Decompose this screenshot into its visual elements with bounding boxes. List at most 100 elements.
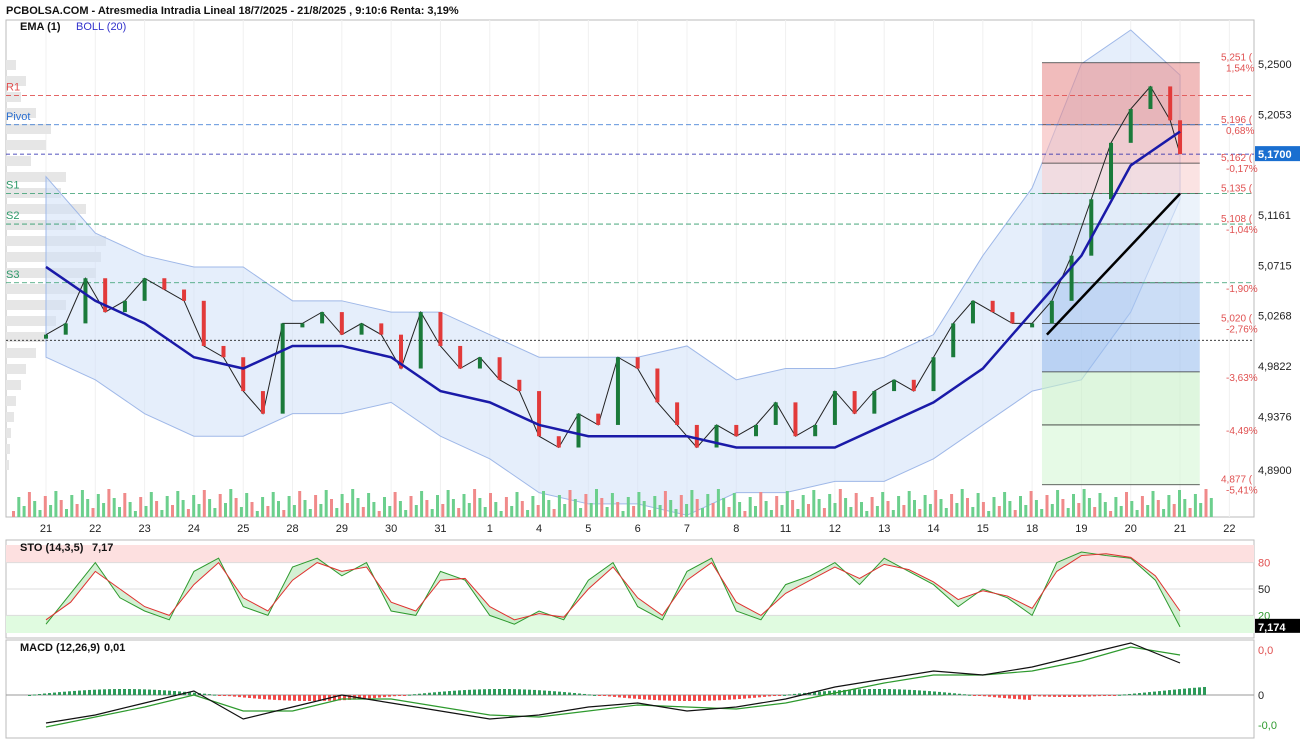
price-candle bbox=[418, 312, 423, 369]
volume-bar bbox=[579, 508, 583, 517]
macd-histogram-bar bbox=[448, 691, 451, 695]
macd-histogram-bar bbox=[758, 695, 761, 698]
volume-bar bbox=[695, 499, 699, 517]
macd-histogram-bar bbox=[1073, 695, 1076, 697]
macd-histogram-bar bbox=[738, 695, 741, 700]
macd-y-tick: -0,0 bbox=[1258, 720, 1277, 732]
volume-bar bbox=[436, 495, 439, 517]
macd-histogram-bar bbox=[438, 691, 441, 695]
sto-badge-text: 7,174 bbox=[1258, 622, 1286, 634]
volume-bar bbox=[441, 504, 445, 517]
volume-bar bbox=[361, 507, 365, 517]
ema-legend: EMA (1) bbox=[20, 21, 61, 33]
macd-histogram-bar bbox=[203, 693, 206, 695]
volume-bar bbox=[918, 509, 922, 517]
volume-bar bbox=[605, 507, 609, 517]
macd-histogram-bar bbox=[698, 695, 701, 701]
macd-histogram-bar bbox=[1063, 695, 1066, 697]
fib-pct: -2,76% bbox=[1226, 324, 1258, 335]
volume-bar bbox=[515, 492, 519, 517]
macd-histogram-bar bbox=[38, 694, 41, 696]
volume-bar bbox=[648, 510, 651, 517]
volume-bar bbox=[600, 498, 604, 517]
volume-bar bbox=[123, 493, 127, 517]
volume-bar bbox=[398, 501, 402, 517]
volume-bar bbox=[208, 499, 212, 517]
macd-histogram-bar bbox=[428, 692, 431, 695]
volume-bar bbox=[743, 511, 747, 517]
macd-histogram-bar bbox=[28, 695, 31, 696]
macd-histogram-bar bbox=[298, 695, 301, 701]
volume-profile-bar bbox=[6, 60, 16, 70]
x-tick-label: 25 bbox=[237, 523, 249, 535]
price-candle bbox=[951, 323, 956, 358]
volume-bar bbox=[992, 497, 996, 517]
macd-histogram-bar bbox=[683, 695, 686, 701]
macd-histogram-bar bbox=[1113, 695, 1116, 696]
macd-histogram-bar bbox=[863, 689, 866, 695]
x-tick-label: 15 bbox=[977, 523, 989, 535]
volume-bar bbox=[711, 503, 715, 517]
macd-histogram-bar bbox=[523, 689, 526, 695]
price-candle bbox=[241, 357, 246, 392]
volume-bar bbox=[171, 505, 174, 517]
volume-bar bbox=[96, 494, 100, 517]
macd-histogram-bar bbox=[1198, 687, 1201, 695]
volume-bar bbox=[155, 501, 159, 517]
macd-histogram-bar bbox=[628, 695, 631, 699]
volume-bar bbox=[595, 489, 598, 517]
volume-bar bbox=[886, 501, 890, 517]
volume-bar bbox=[1172, 504, 1176, 517]
macd-histogram-bar bbox=[548, 690, 551, 695]
price-candle bbox=[320, 312, 325, 324]
chart-title: PCBOLSA.COM - Atresmedia Intradia Lineal… bbox=[6, 5, 459, 17]
macd-histogram-bar bbox=[163, 690, 166, 695]
macd-histogram-bar bbox=[978, 695, 981, 696]
x-tick-label: 28 bbox=[286, 523, 298, 535]
volume-bar bbox=[950, 494, 954, 517]
volume-bar bbox=[335, 508, 339, 517]
macd-y-tick: 0,0 bbox=[1258, 645, 1273, 657]
volume-bar bbox=[1008, 501, 1012, 517]
volume-bar bbox=[838, 489, 842, 517]
price-candle bbox=[1168, 86, 1173, 121]
macd-histogram-bar bbox=[963, 694, 966, 696]
macd-histogram-bar bbox=[853, 689, 856, 695]
macd-histogram-bar bbox=[383, 695, 386, 698]
macd-histogram-bar bbox=[663, 695, 666, 701]
volume-bar bbox=[255, 511, 259, 517]
macd-histogram-bar bbox=[1028, 695, 1031, 700]
price-panel bbox=[6, 29, 1254, 517]
price-candle bbox=[162, 278, 167, 290]
volume-bar bbox=[261, 497, 265, 517]
macd-histogram-bar bbox=[878, 689, 881, 695]
x-tick-label: 1 bbox=[487, 523, 493, 535]
macd-histogram-bar bbox=[783, 694, 786, 696]
volume-bar bbox=[1103, 502, 1107, 517]
volume-bar bbox=[928, 504, 932, 517]
volume-bar bbox=[542, 491, 545, 517]
macd-histogram-bar bbox=[988, 695, 991, 697]
volume-bar bbox=[80, 490, 84, 517]
macd-histogram-bar bbox=[568, 692, 571, 695]
macd-histogram-bar bbox=[153, 689, 156, 695]
volume-bar bbox=[1050, 504, 1054, 517]
macd-histogram-bar bbox=[1168, 690, 1171, 695]
volume-bar bbox=[780, 505, 784, 517]
macd-histogram-bar bbox=[558, 691, 561, 695]
x-tick-label: 7 bbox=[684, 523, 690, 535]
macd-histogram-bar bbox=[693, 695, 696, 701]
macd-histogram-bar bbox=[83, 690, 86, 695]
price-candle bbox=[1128, 108, 1133, 143]
y-tick-label: 5,0268 bbox=[1258, 311, 1292, 323]
volume-bar bbox=[807, 504, 810, 517]
volume-bar bbox=[907, 491, 911, 517]
price-candle bbox=[142, 278, 147, 301]
volume-bar bbox=[812, 490, 816, 517]
fib-pct: -1,04% bbox=[1226, 225, 1258, 236]
volume-bar bbox=[621, 511, 625, 517]
macd-histogram-bar bbox=[303, 695, 306, 701]
volume-bar bbox=[377, 511, 381, 517]
fib-pct: -4,49% bbox=[1226, 426, 1258, 437]
macd-histogram-bar bbox=[108, 689, 111, 695]
